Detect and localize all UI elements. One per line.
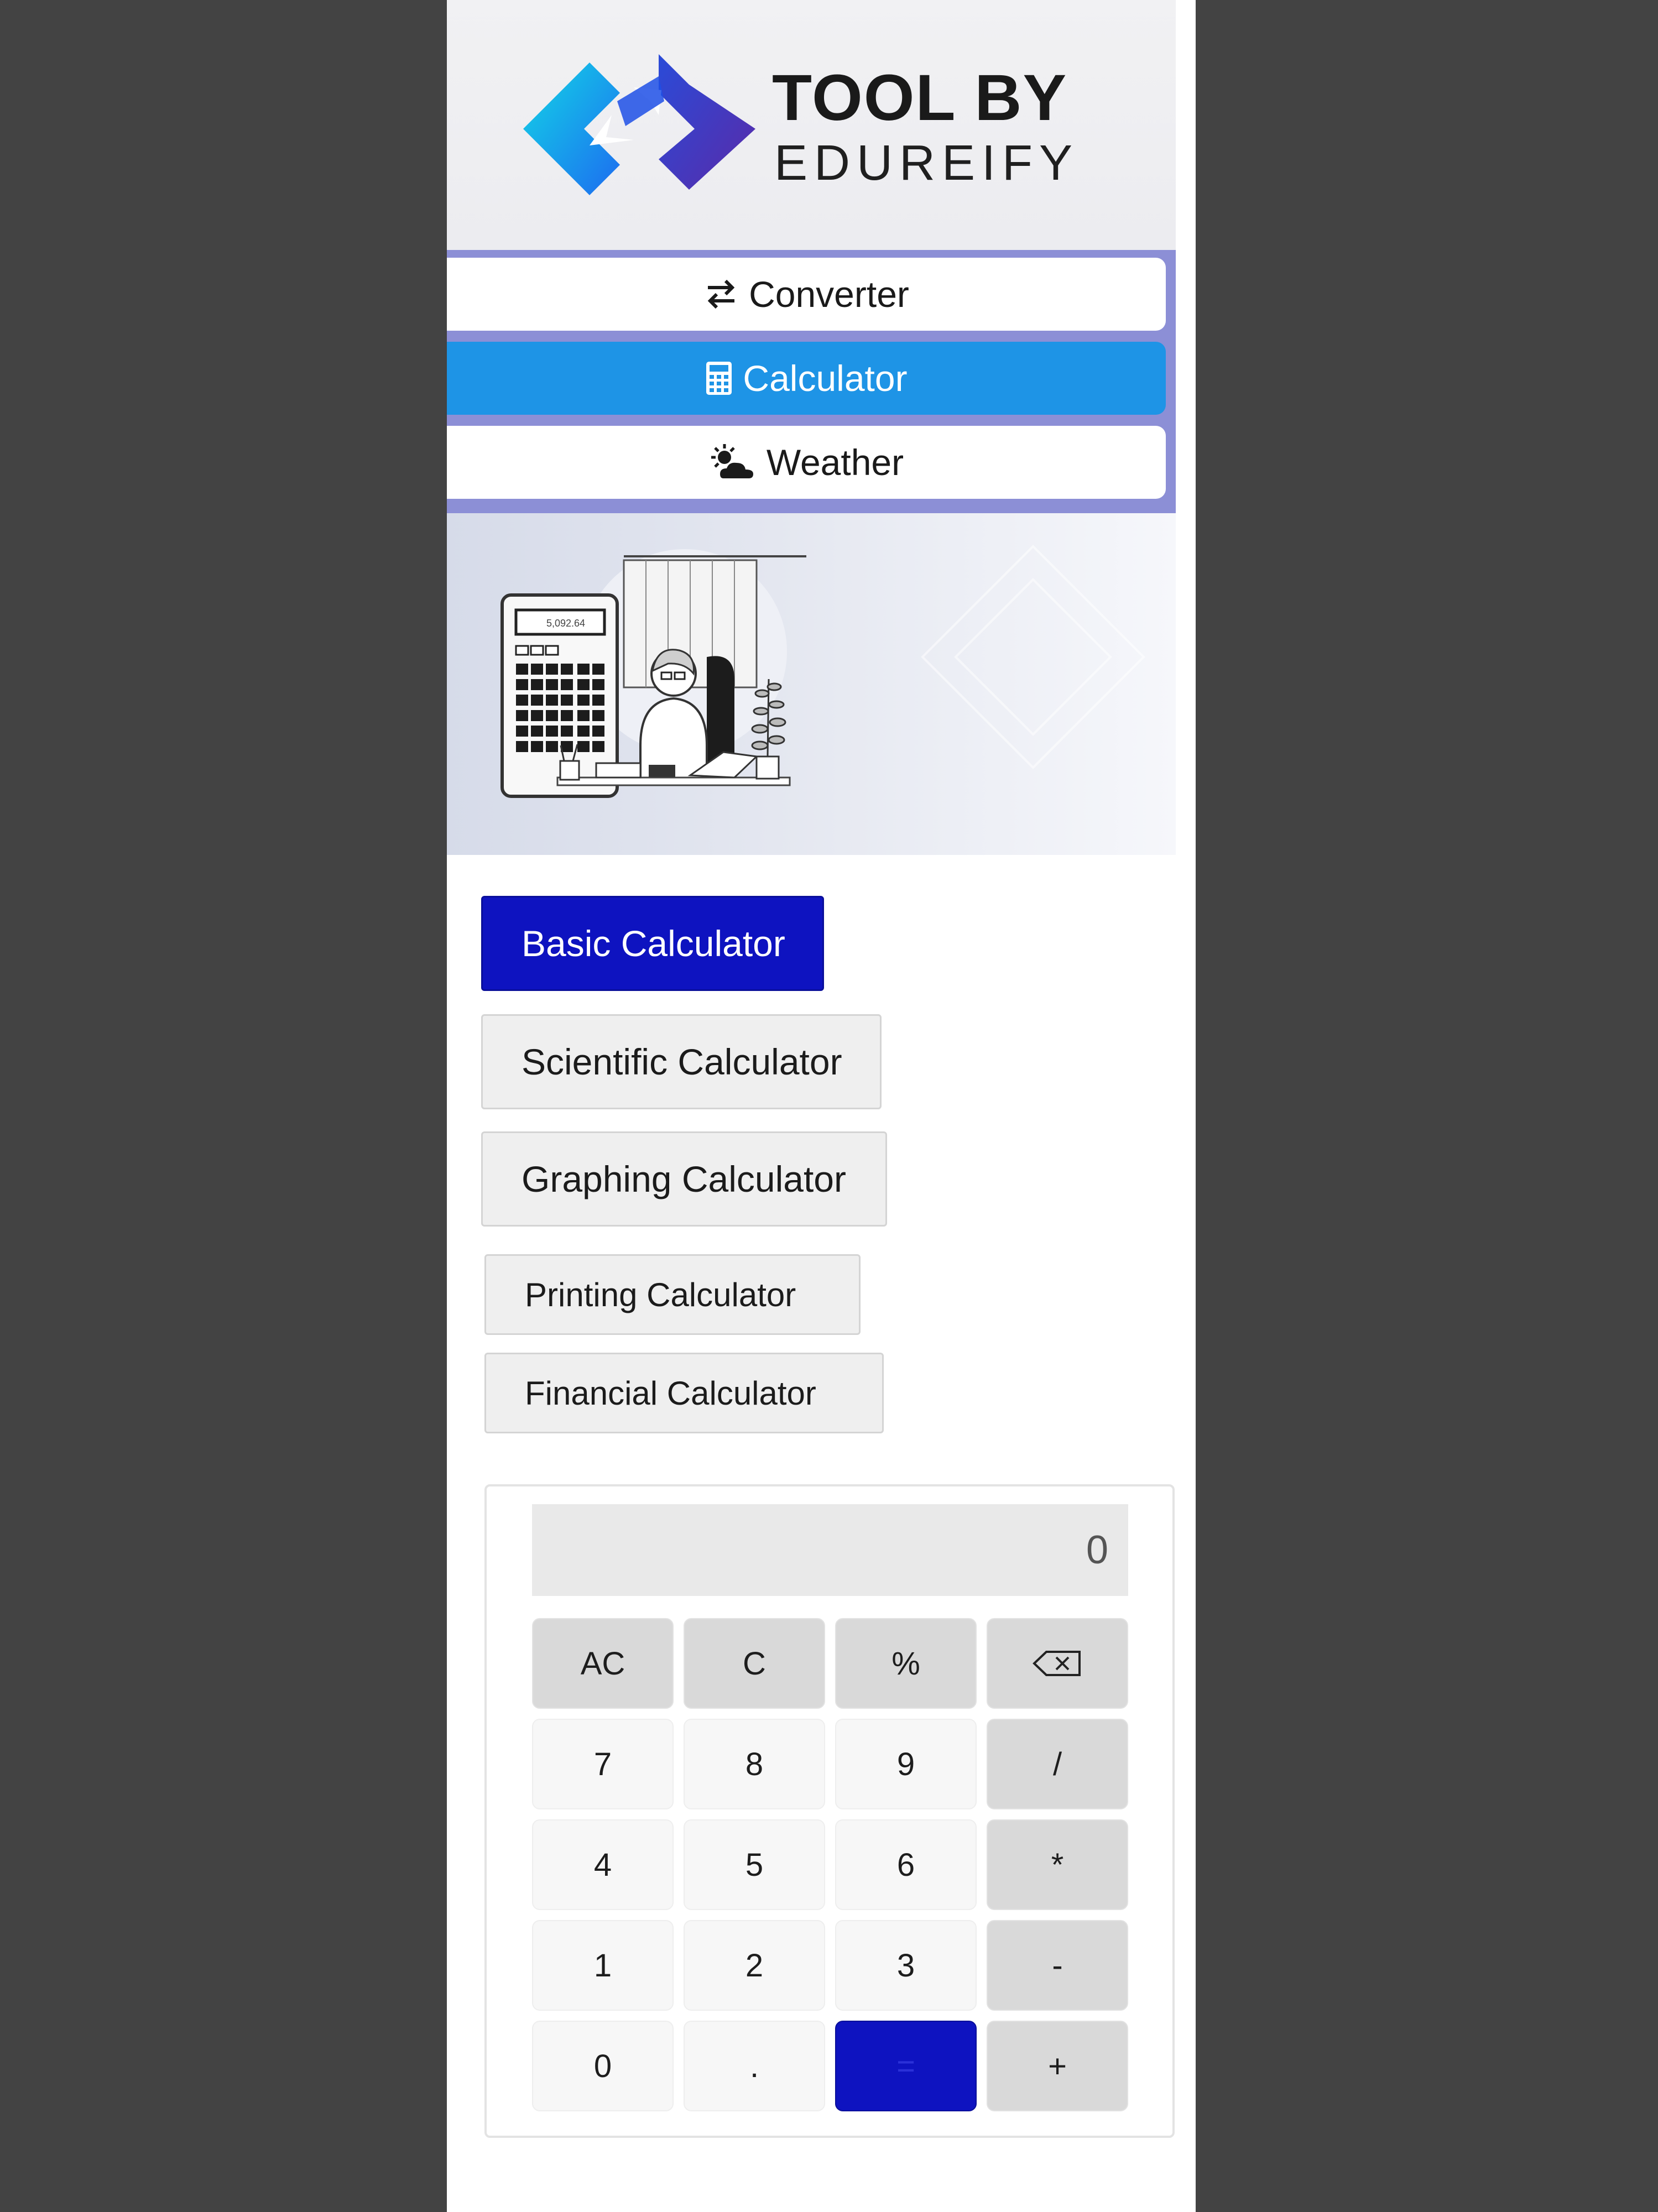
hero-illustration: 5,092.64 [500,545,1145,798]
sun-cloud-icon [709,443,757,482]
logo-icon [523,54,755,195]
backspace-icon [1033,1651,1081,1676]
key-7[interactable]: 7 [532,1719,674,1809]
header: TOOL BY EDUREIFY [447,0,1176,250]
calculator-display: 0 [532,1504,1128,1596]
main-nav: Converter Calculator Weather [447,250,1176,513]
key-decimal[interactable]: . [684,2021,825,2111]
key-4[interactable]: 4 [532,1819,674,1910]
key-multiply[interactable]: * [987,1819,1128,1910]
tab-calculator-label: Calculator [743,358,908,399]
key-6[interactable]: 6 [835,1819,977,1910]
basic-calculator: 0 AC C % 7 8 9 / 4 5 6 * 1 2 3 - 0 . = + [484,1484,1175,2138]
calculator-icon [705,361,733,396]
key-1[interactable]: 1 [532,1920,674,2011]
scientific-calculator-label: Scientific Calculator [522,1041,842,1082]
key-clear[interactable]: C [684,1618,825,1709]
printing-calculator-button[interactable]: Printing Calculator [484,1254,861,1335]
key-backspace[interactable] [987,1618,1128,1709]
key-2[interactable]: 2 [684,1920,825,2011]
key-8[interactable]: 8 [684,1719,825,1809]
tab-weather[interactable]: Weather [447,426,1166,499]
key-0[interactable]: 0 [532,2021,674,2111]
tab-calculator[interactable]: Calculator [447,342,1166,415]
key-percent[interactable]: % [835,1618,977,1709]
app-panel: TOOL BY EDUREIFY Converter Calculator We… [447,0,1196,2212]
key-subtract[interactable]: - [987,1920,1128,2011]
hero-banner: 5,092.64 [447,513,1176,855]
graphing-calculator-label: Graphing Calculator [522,1159,846,1199]
key-3[interactable]: 3 [835,1920,977,2011]
tab-weather-label: Weather [766,442,904,483]
graphing-calculator-button[interactable]: Graphing Calculator [481,1131,887,1227]
key-add[interactable]: + [987,2021,1128,2111]
printing-calculator-label: Printing Calculator [525,1276,796,1313]
key-5[interactable]: 5 [684,1819,825,1910]
brand-subtitle: EDUREIFY [774,135,1080,191]
key-equals[interactable]: = [835,2021,977,2111]
tab-converter[interactable]: Converter [447,258,1166,331]
brand-title: TOOL BY [772,61,1068,134]
financial-calculator-label: Financial Calculator [525,1374,816,1412]
key-all-clear[interactable]: AC [532,1618,674,1709]
hero-calc-screen: 5,092.64 [546,618,585,629]
tab-converter-label: Converter [749,274,909,315]
basic-calculator-button[interactable]: Basic Calculator [481,896,824,991]
financial-calculator-button[interactable]: Financial Calculator [484,1353,884,1433]
scientific-calculator-button[interactable]: Scientific Calculator [481,1014,882,1109]
key-9[interactable]: 9 [835,1719,977,1809]
basic-calculator-label: Basic Calculator [522,923,785,964]
key-divide[interactable]: / [987,1719,1128,1809]
arrows-exchange-icon [703,276,739,312]
